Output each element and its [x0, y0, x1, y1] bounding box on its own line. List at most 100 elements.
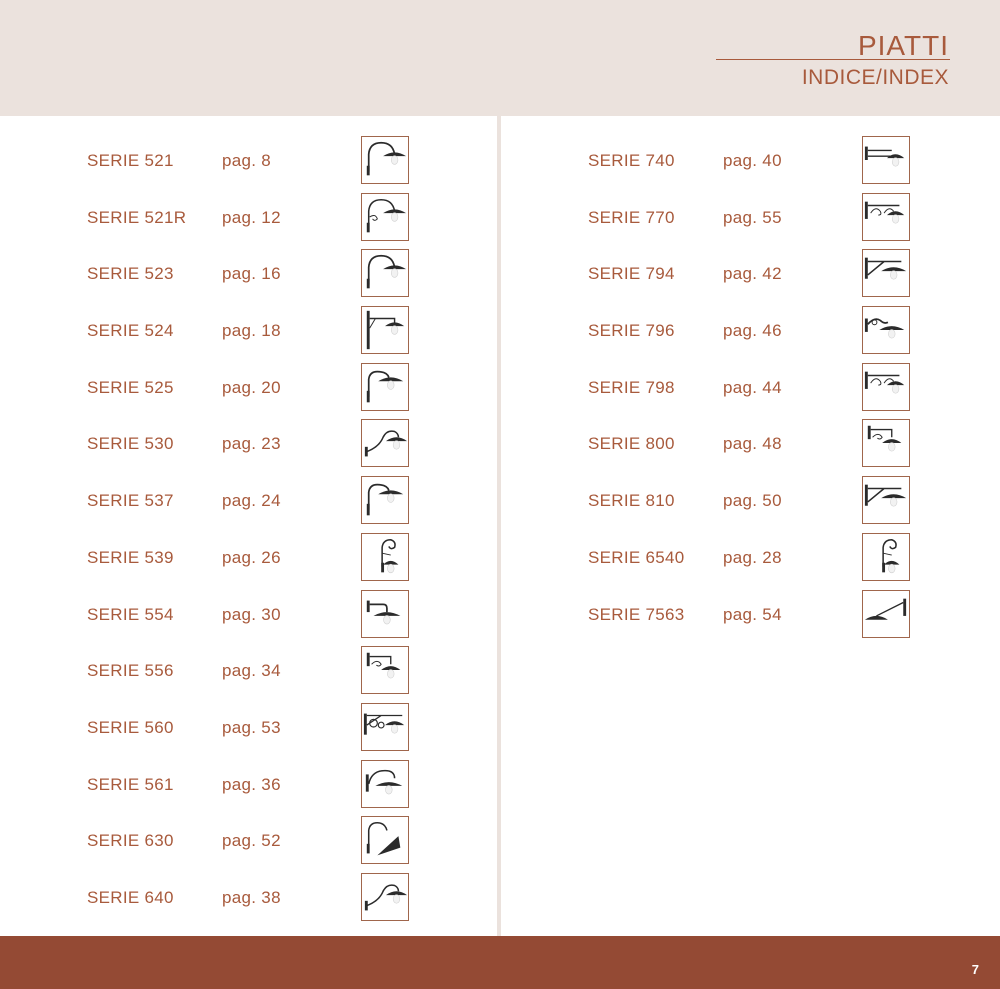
serie-label: SERIE 6540 [588, 547, 685, 567]
index-row: SERIE 800 pag. 48 [588, 416, 918, 473]
lamp-554-icon [361, 589, 409, 638]
page-reference: pag. 23 [222, 434, 281, 454]
serie-label: SERIE 521R [87, 207, 187, 227]
lamp-796-icon [862, 306, 910, 355]
lamp-524-icon [361, 306, 409, 355]
lamp-770-icon [862, 192, 910, 241]
index-row: SERIE 560 pag. 53 [87, 700, 417, 757]
index-column-right: SERIE 740 pag. 40 SERIE 770 pag. 55 SERIE … [588, 133, 918, 643]
page-header: PIATTI INDICE/INDEX [0, 0, 1000, 116]
serie-label: SERIE 554 [87, 604, 174, 624]
page-reference: pag. 36 [222, 774, 281, 794]
section-title: PIATTI [857, 30, 949, 61]
serie-label: SERIE 796 [588, 321, 675, 341]
serie-label: SERIE 561 [87, 774, 174, 794]
page-reference: pag. 16 [222, 264, 281, 284]
serie-label: SERIE 7563 [588, 604, 685, 624]
lamp-539-icon [361, 532, 409, 581]
serie-label: SERIE 539 [87, 547, 174, 567]
index-row: SERIE 794 pag. 42 [588, 246, 918, 303]
page-reference: pag. 38 [222, 887, 281, 907]
page-reference: pag. 44 [723, 377, 782, 397]
lamp-521-icon [361, 136, 409, 184]
index-row: SERIE 6540 pag. 28 [588, 530, 918, 587]
index-row: SERIE 521 pag. 8 [87, 133, 417, 190]
index-row: SERIE 530 pag. 23 [87, 416, 417, 473]
serie-label: SERIE 530 [87, 434, 174, 454]
lamp-810-icon [862, 476, 910, 525]
lamp-561-icon [361, 759, 409, 808]
lamp-794-icon [862, 249, 910, 298]
index-row: SERIE 796 pag. 46 [588, 303, 918, 360]
lamp-521r-icon [361, 192, 409, 241]
section-subtitle: INDICE/INDEX [801, 66, 949, 89]
index-row: SERIE 556 pag. 34 [87, 643, 417, 700]
lamp-7563-icon [862, 589, 910, 638]
lamp-530-icon [361, 419, 409, 468]
lamp-630-icon [361, 816, 409, 865]
serie-label: SERIE 523 [87, 264, 174, 284]
serie-label: SERIE 794 [588, 264, 675, 284]
serie-label: SERIE 800 [588, 434, 675, 454]
index-row: SERIE 798 pag. 44 [588, 360, 918, 417]
title-underline [716, 59, 950, 60]
page-reference: pag. 54 [723, 604, 782, 624]
page-reference: pag. 30 [222, 604, 281, 624]
lamp-523-icon [361, 249, 409, 298]
index-row: SERIE 521R pag. 12 [87, 190, 417, 247]
page-reference: pag. 8 [222, 151, 272, 170]
serie-label: SERIE 524 [87, 321, 174, 341]
page-reference: pag. 52 [222, 831, 281, 851]
page-footer: 7 [0, 936, 1000, 989]
page-reference: pag. 26 [222, 547, 281, 567]
index-row: SERIE 561 pag. 36 [87, 757, 417, 814]
page-reference: pag. 53 [222, 717, 281, 737]
page-reference: pag. 55 [723, 207, 782, 227]
serie-label: SERIE 560 [87, 717, 174, 737]
serie-label: SERIE 521 [87, 151, 174, 170]
lamp-798-icon [862, 362, 910, 411]
serie-label: SERIE 740 [588, 151, 675, 170]
page-reference: pag. 50 [723, 491, 782, 511]
serie-label: SERIE 556 [87, 661, 174, 681]
page-reference: pag. 12 [222, 207, 281, 227]
serie-label: SERIE 537 [87, 491, 174, 511]
serie-label: SERIE 798 [588, 377, 675, 397]
index-row: SERIE 7563 pag. 54 [588, 587, 918, 644]
index-row: SERIE 537 pag. 24 [87, 473, 417, 530]
lamp-537-icon [361, 476, 409, 525]
serie-label: SERIE 640 [87, 887, 174, 907]
serie-label: SERIE 525 [87, 377, 174, 397]
lamp-640-icon [361, 872, 409, 921]
index-row: SERIE 810 pag. 50 [588, 473, 918, 530]
serie-label: SERIE 630 [87, 831, 174, 851]
index-row: SERIE 523 pag. 16 [87, 246, 417, 303]
index-row: SERIE 740 pag. 40 [588, 133, 918, 190]
page-reference: pag. 46 [723, 321, 782, 341]
serie-label: SERIE 810 [588, 491, 675, 511]
lamp-560-icon [361, 702, 409, 751]
index-row: SERIE 539 pag. 26 [87, 530, 417, 587]
lamp-556-icon [361, 646, 409, 695]
index-row: SERIE 640 pag. 38 [87, 870, 417, 927]
lamp-740-icon [862, 136, 910, 184]
page-reference: pag. 24 [222, 491, 281, 511]
lamp-800-icon [862, 419, 910, 468]
page-reference: pag. 20 [222, 377, 281, 397]
index-column-left: SERIE 521 pag. 8 SERIE 521R pag. 12 SERIE … [87, 133, 417, 927]
index-row: SERIE 525 pag. 20 [87, 360, 417, 417]
lamp-525-icon [361, 362, 409, 411]
index-row: SERIE 630 pag. 52 [87, 813, 417, 870]
page-reference: pag. 18 [222, 321, 281, 341]
column-divider [497, 116, 501, 936]
page-reference: pag. 28 [723, 547, 782, 567]
page-reference: pag. 48 [723, 434, 782, 454]
serie-label: SERIE 770 [588, 207, 675, 227]
lamp-6540-icon [862, 532, 910, 581]
page-reference: pag. 42 [723, 264, 782, 284]
index-row: SERIE 554 pag. 30 [87, 587, 417, 644]
page-reference: pag. 34 [222, 661, 281, 681]
index-row: SERIE 524 pag. 18 [87, 303, 417, 360]
index-row: SERIE 770 pag. 55 [588, 190, 918, 247]
page-reference: pag. 40 [723, 151, 782, 170]
